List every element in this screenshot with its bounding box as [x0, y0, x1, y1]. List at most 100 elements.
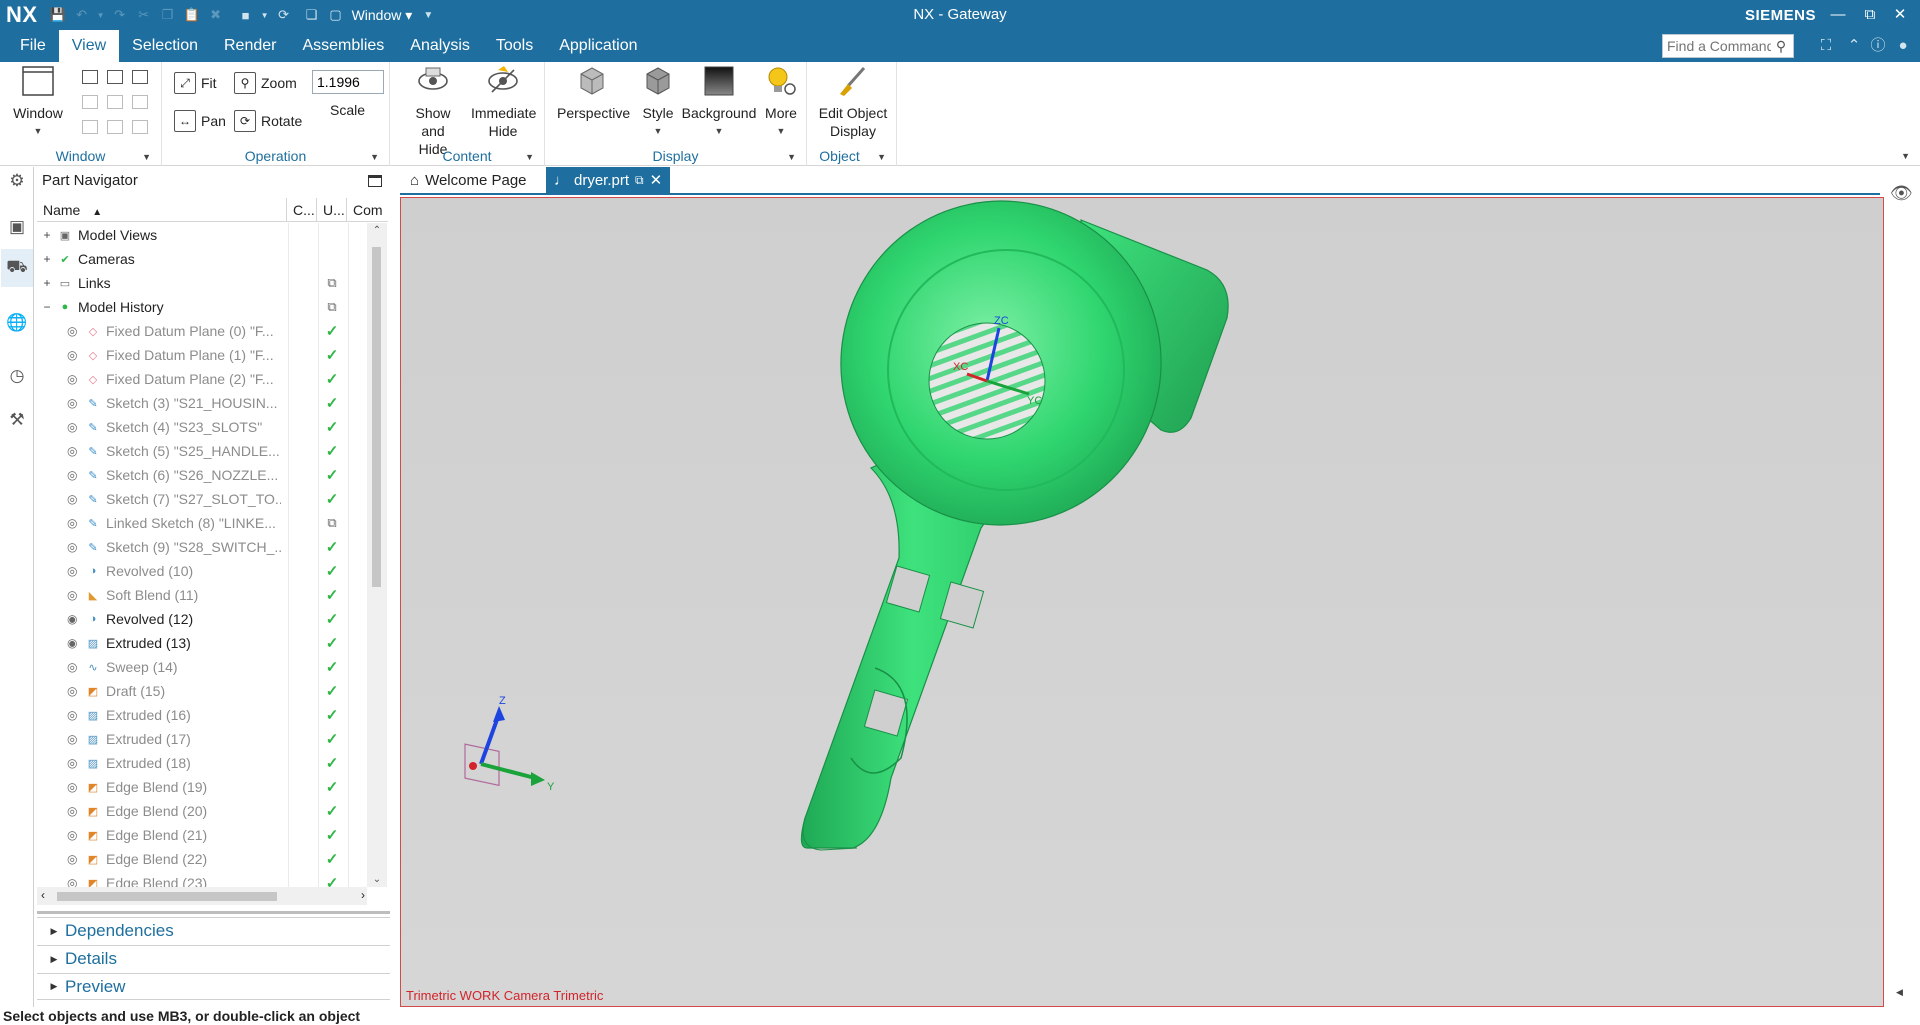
feature-row[interactable]: ◎ ∿ Sweep (14) ✓	[37, 655, 367, 679]
collapse-left-icon[interactable]: ◀	[1896, 987, 1903, 998]
pan-button[interactable]: ↔ Pan	[174, 110, 226, 132]
scroll-thumb[interactable]	[57, 892, 277, 901]
tab-welcome-page[interactable]: ⌂ Welcome Page	[402, 167, 535, 193]
hidden-eye-icon[interactable]: ◎	[67, 492, 85, 506]
edit-object-display-button[interactable]: Edit Object Display	[811, 64, 895, 140]
immediate-hide-button[interactable]: Immediate Hide	[468, 64, 538, 140]
hidden-eye-icon[interactable]: ◎	[67, 876, 85, 887]
feature-row[interactable]: ◉ ◑ Revolved (12) ✓	[37, 607, 367, 631]
two-vertical-layout-icon[interactable]	[107, 70, 123, 84]
history-icon[interactable]: ◷	[5, 364, 29, 388]
feature-row[interactable]: ◎ ◇ Fixed Datum Plane (0) "F... ✓	[37, 319, 367, 343]
menu-view[interactable]: View	[58, 30, 120, 62]
tree-folder-row[interactable]: + ✔ Cameras	[37, 247, 367, 271]
two-horizontal-layout-icon[interactable]	[132, 70, 148, 84]
copy-icon[interactable]: ❐	[158, 5, 178, 25]
fit-button[interactable]: ⤢ Fit	[174, 72, 217, 94]
close-button[interactable]: ✕	[1886, 3, 1914, 27]
feature-row[interactable]: ◎ ▨ Extruded (17) ✓	[37, 727, 367, 751]
command-search-input[interactable]	[1663, 38, 1771, 54]
feature-row[interactable]: ◎ ◇ Fixed Datum Plane (2) "F... ✓	[37, 367, 367, 391]
eye-icon[interactable]: ◉	[67, 612, 85, 626]
undo-icon[interactable]: ↶	[72, 5, 92, 25]
group-dropdown-icon[interactable]: ▼	[787, 152, 796, 162]
preview-section[interactable]: ▶ Preview	[37, 973, 390, 1000]
hidden-eye-icon[interactable]: ◎	[67, 324, 85, 338]
menu-selection[interactable]: Selection	[119, 30, 211, 62]
undo-dropdown-icon[interactable]: ▼	[96, 5, 106, 25]
splitter[interactable]	[37, 911, 390, 914]
hidden-eye-icon[interactable]: ◎	[67, 756, 85, 770]
hidden-eye-icon[interactable]: ◎	[67, 348, 85, 362]
minimize-button[interactable]: —	[1824, 3, 1852, 27]
close-tab-icon[interactable]: ✕	[650, 171, 663, 189]
hidden-eye-icon[interactable]: ◎	[67, 804, 85, 818]
render-style-icon[interactable]: ■	[236, 5, 256, 25]
eye-icon[interactable]: ◉	[67, 636, 85, 650]
column-comment[interactable]: Com	[347, 198, 387, 222]
hidden-eye-icon[interactable]: ◎	[67, 372, 85, 386]
feature-row[interactable]: ◎ ▨ Extruded (18) ✓	[37, 751, 367, 775]
hidden-eye-icon[interactable]: ◎	[67, 852, 85, 866]
group-dropdown-icon[interactable]: ▼	[877, 152, 886, 162]
layout-icon[interactable]	[82, 120, 98, 134]
scale-input[interactable]	[312, 70, 384, 94]
window-menu[interactable]: Window ▾	[352, 7, 413, 24]
render-style-dropdown-icon[interactable]: ▼	[260, 5, 270, 25]
hidden-eye-icon[interactable]: ◎	[67, 516, 85, 530]
hidden-eye-icon[interactable]: ◎	[67, 588, 85, 602]
view-triad[interactable]: Z Y	[455, 694, 565, 794]
delete-icon[interactable]: ✖	[206, 5, 226, 25]
hidden-eye-icon[interactable]: ◎	[67, 660, 85, 674]
feature-row[interactable]: ◎ ✎ Sketch (5) "S25_HANDLE... ✓	[37, 439, 367, 463]
group-dropdown-icon[interactable]: ▼	[525, 152, 534, 162]
zoom-button[interactable]: ⚲ Zoom	[234, 72, 297, 94]
style-button[interactable]: Style ▼	[635, 64, 681, 140]
feature-row[interactable]: ◎ ◩ Edge Blend (22) ✓	[37, 847, 367, 871]
expand-collapse-icon[interactable]: +	[41, 252, 53, 266]
menu-file[interactable]: File	[7, 30, 59, 62]
paste-icon[interactable]: 📋	[182, 5, 202, 25]
tree-folder-row[interactable]: + ▭ Links ⧉	[37, 271, 367, 295]
feature-row[interactable]: ◎ ✎ Sketch (6) "S26_NOZZLE... ✓	[37, 463, 367, 487]
vertical-scrollbar[interactable]: ⌃ ⌄	[367, 223, 387, 887]
scroll-left-icon[interactable]: ‹	[41, 888, 45, 902]
orient-view-icon[interactable]: ⟳	[274, 5, 294, 25]
background-button[interactable]: Background ▼	[681, 64, 757, 140]
column-name[interactable]: Name ▲	[37, 198, 287, 222]
tab-dryer-prt[interactable]: ♩ dryer.prt ⧉ ✕	[546, 167, 671, 193]
web-browser-icon[interactable]: 🌐	[5, 311, 29, 335]
window-button[interactable]: Window ▼	[10, 64, 66, 140]
layout-icon[interactable]	[107, 95, 123, 109]
layout-icon[interactable]	[132, 120, 148, 134]
menu-analysis[interactable]: Analysis	[397, 30, 483, 62]
menu-tools[interactable]: Tools	[483, 30, 546, 62]
scroll-down-icon[interactable]: ⌄	[367, 874, 387, 885]
dryer-model[interactable]: ZC YC XC	[401, 198, 1884, 1007]
feature-row[interactable]: ◎ ◑ Revolved (10) ✓	[37, 559, 367, 583]
perspective-button[interactable]: Perspective	[557, 64, 630, 122]
hidden-eye-icon[interactable]: ◎	[67, 540, 85, 554]
menu-assemblies[interactable]: Assemblies	[289, 30, 397, 62]
feature-row[interactable]: ◎ ◩ Edge Blend (20) ✓	[37, 799, 367, 823]
hidden-eye-icon[interactable]: ◎	[67, 828, 85, 842]
feature-row[interactable]: ◎ ✎ Sketch (9) "S28_SWITCH_... ✓	[37, 535, 367, 559]
hidden-objects-icon[interactable]: 👁	[1890, 183, 1913, 204]
expand-collapse-icon[interactable]: +	[41, 228, 53, 242]
hidden-eye-icon[interactable]: ◎	[67, 732, 85, 746]
roles-icon[interactable]: ⚒	[5, 408, 29, 432]
hidden-eye-icon[interactable]: ◎	[67, 780, 85, 794]
window-switch-icon[interactable]: ❏	[302, 5, 322, 25]
scroll-right-icon[interactable]: ›	[361, 888, 365, 902]
column-up-to-date[interactable]: U...	[317, 198, 347, 222]
horizontal-scrollbar[interactable]: ‹ ›	[37, 887, 367, 905]
feature-row[interactable]: ◎ ◩ Edge Blend (23) ✓	[37, 871, 367, 887]
menu-application[interactable]: Application	[546, 30, 650, 62]
tree-folder-row[interactable]: − ● Model History ⧉	[37, 295, 367, 319]
window-icon[interactable]: ▢	[326, 5, 346, 25]
help-icon[interactable]: ⓘ	[1868, 36, 1888, 56]
hidden-eye-icon[interactable]: ◎	[67, 708, 85, 722]
feature-row[interactable]: ◎ ◩ Draft (15) ✓	[37, 679, 367, 703]
hidden-eye-icon[interactable]: ◎	[67, 444, 85, 458]
more-button[interactable]: More ▼	[759, 64, 803, 140]
